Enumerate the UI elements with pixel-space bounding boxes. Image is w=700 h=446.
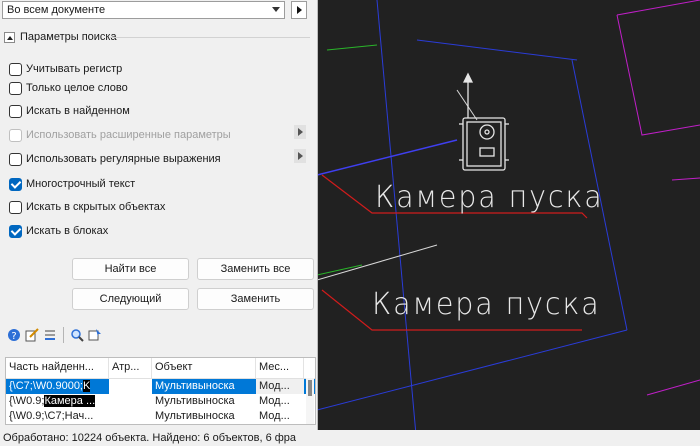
cell-object: Мультивыноска	[155, 380, 235, 392]
search-options-header[interactable]: Параметры поиска	[4, 31, 117, 43]
scrollbar-thumb[interactable]	[308, 380, 312, 396]
table-row[interactable]: {\C7;\W0.9000;K Мультивыноска Мод...	[6, 379, 315, 394]
cell-attr	[109, 409, 152, 424]
cell-place: Мод...	[259, 395, 290, 407]
option-search-in-found[interactable]: Искать в найденном	[9, 103, 130, 119]
cell-part: {\W0.9;\C7;Нач...	[9, 410, 94, 422]
search-scope-select[interactable]: Во всем документе	[2, 1, 285, 19]
cell-attr	[109, 379, 152, 394]
chevron-down-icon	[272, 7, 280, 12]
cad-drawing	[317, 0, 700, 446]
checkbox-regex[interactable]	[9, 152, 22, 166]
cell-attr	[109, 394, 152, 409]
option-label: Использовать регулярные выражения	[26, 153, 221, 165]
results-toolbar: ?	[7, 327, 102, 343]
cell-place: Мод...	[256, 379, 304, 394]
checkbox-multiline-text[interactable]	[9, 177, 22, 191]
option-multiline-text[interactable]: Многострочный текст	[9, 176, 135, 192]
search-scope-value: Во всем документе	[7, 4, 106, 16]
advanced-params-arrow-icon[interactable]	[294, 125, 306, 139]
toolbar-separator	[63, 327, 64, 343]
column-header-object[interactable]: Объект	[152, 358, 256, 378]
checkbox-whole-word[interactable]	[9, 81, 22, 95]
option-regex[interactable]: Использовать регулярные выражения	[9, 151, 221, 167]
option-whole-word[interactable]: Только целое слово	[9, 80, 128, 96]
option-match-case[interactable]: Учитывать регистр	[9, 61, 122, 77]
section-title: Параметры поиска	[20, 31, 117, 43]
select-objects-button[interactable]	[291, 1, 307, 19]
cad-label-camera-2[interactable]: Камера пуска	[372, 287, 601, 322]
cell-object: Мультивыноска	[155, 395, 235, 407]
option-label: Искать в найденном	[26, 105, 130, 117]
cell-place: Мод...	[259, 410, 290, 422]
results-scrollbar[interactable]	[306, 378, 314, 424]
checkbox-match-case[interactable]	[9, 62, 22, 76]
find-replace-panel: Во всем документе Параметры поиска Учиты…	[0, 0, 318, 446]
text-format-icon[interactable]	[43, 328, 57, 342]
option-label: Только целое слово	[26, 82, 128, 94]
column-header-part[interactable]: Часть найденн...	[6, 358, 109, 378]
status-bar: Обработано: 10224 объекта. Найдено: 6 об…	[0, 430, 700, 446]
cell-part: {\C7;\W0.9000;K	[9, 380, 91, 392]
option-label: Учитывать регистр	[26, 63, 123, 75]
option-label: Искать в блоках	[26, 225, 109, 237]
edit-icon[interactable]	[25, 328, 39, 342]
checkbox-hidden-objects[interactable]	[9, 200, 22, 214]
svg-text:?: ?	[11, 331, 16, 342]
option-advanced-params[interactable]: Использовать расширенные параметры	[9, 127, 231, 143]
cad-label-camera-1[interactable]: Камера пуска	[375, 180, 604, 215]
zoom-icon[interactable]	[70, 328, 84, 342]
checkbox-advanced-params[interactable]	[9, 128, 22, 142]
replace-all-button[interactable]: Заменить все	[197, 258, 314, 280]
collapse-icon[interactable]	[4, 31, 15, 43]
option-label: Многострочный текст	[26, 178, 136, 190]
cad-canvas[interactable]: Камера пуска Камера пуска	[317, 0, 700, 446]
option-label: Искать в скрытых объектах	[26, 201, 166, 213]
replace-button[interactable]: Заменить	[197, 288, 314, 310]
cell-object: Мультивыноска	[155, 410, 235, 422]
option-hidden-objects[interactable]: Искать в скрытых объектах	[9, 199, 165, 215]
checkbox-search-in-blocks[interactable]	[9, 224, 22, 238]
table-header: Часть найденн... Атр... Объект Мес...	[6, 358, 315, 379]
help-icon[interactable]: ?	[7, 328, 21, 342]
results-table[interactable]: Часть найденн... Атр... Объект Мес... {\…	[5, 357, 316, 425]
column-header-place[interactable]: Мес...	[256, 358, 304, 378]
checkbox-search-in-found[interactable]	[9, 104, 22, 118]
next-button[interactable]: Следующий	[72, 288, 189, 310]
section-divider	[110, 37, 310, 38]
option-search-in-blocks[interactable]: Искать в блоках	[9, 223, 108, 239]
table-row[interactable]: {\W0.9;Камера ... Мультивыноска Мод...	[6, 394, 315, 409]
column-header-attr[interactable]: Атр...	[109, 358, 152, 378]
cell-part: {\W0.9;Камера ...	[9, 395, 96, 407]
table-row[interactable]: {\W0.9;\C7;Нач... Мультивыноска Мод...	[6, 409, 315, 424]
select-object-icon[interactable]	[88, 328, 102, 342]
option-label: Использовать расширенные параметры	[26, 129, 231, 141]
find-all-button[interactable]: Найти все	[72, 258, 189, 280]
regex-arrow-icon[interactable]	[294, 149, 306, 163]
